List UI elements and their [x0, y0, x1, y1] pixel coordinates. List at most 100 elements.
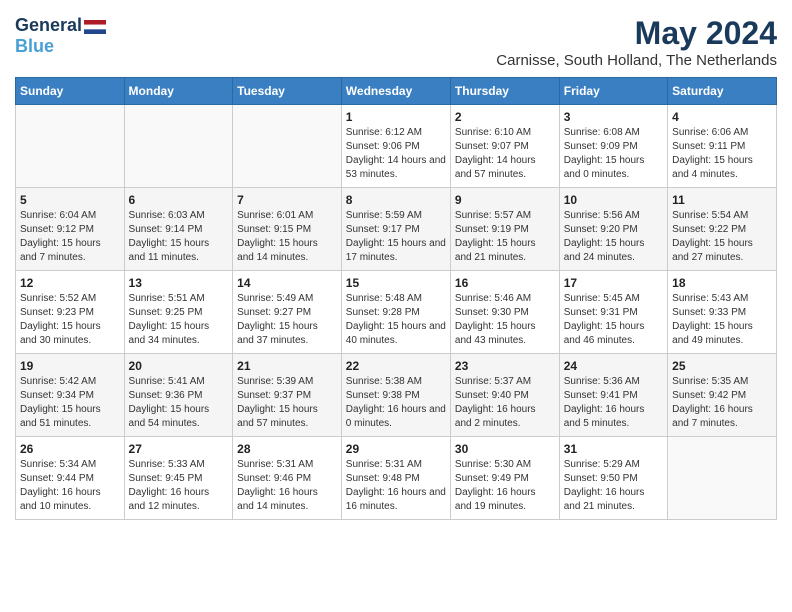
day-number: 19: [20, 359, 120, 373]
table-row: 4Sunrise: 6:06 AM Sunset: 9:11 PM Daylig…: [668, 105, 777, 188]
day-number: 1: [346, 110, 446, 124]
day-info: Sunrise: 6:04 AM Sunset: 9:12 PM Dayligh…: [20, 209, 120, 265]
col-wednesday: Wednesday: [341, 78, 450, 105]
table-row: 12 Sunrise: 5:52 AM Sunset: 9:23 PM Dayli…: [16, 271, 125, 354]
day-number: 20: [129, 359, 229, 373]
day-number: 25: [672, 359, 772, 373]
table-row: 24 Sunrise: 5:36 AM Sunset: 9:41 PM Dayli…: [559, 354, 667, 437]
table-row: 7 Sunrise: 6:01 AM Sunset: 9:15 PM Daylig…: [233, 188, 342, 271]
day-info: Sunrise: 5:39 AM Sunset: 9:37 PM Dayligh…: [237, 375, 337, 431]
page-header: General Blue May 2024 Carnisse, South Ho…: [15, 15, 777, 69]
col-thursday: Thursday: [450, 78, 559, 105]
day-number: 29: [346, 442, 446, 456]
day-info: Sunrise: 5:45 AM Sunset: 9:31 PM Dayligh…: [564, 292, 663, 348]
table-row: 13 Sunrise: 5:51 AM Sunset: 9:25 PM Dayli…: [124, 271, 233, 354]
logo-general: General: [15, 15, 82, 35]
calendar-week-row: 5 Sunrise: 6:04 AM Sunset: 9:12 PM Daylig…: [16, 188, 777, 271]
day-number: 13: [129, 276, 229, 290]
day-info: Sunrise: 5:34 AM Sunset: 9:44 PM Dayligh…: [20, 458, 120, 514]
calendar-week-row: 26 Sunrise: 5:34 AM Sunset: 9:44 PM Dayli…: [16, 437, 777, 520]
main-title: May 2024: [496, 15, 777, 52]
table-row: 19Sunrise: 5:42 AM Sunset: 9:34 PM Dayli…: [16, 354, 125, 437]
table-row: 1 Sunrise: 6:12 AM Sunset: 9:06 PM Daylig…: [341, 105, 450, 188]
col-monday: Monday: [124, 78, 233, 105]
table-row: 9 Sunrise: 5:57 AM Sunset: 9:19 PM Daylig…: [450, 188, 559, 271]
table-row: 28 Sunrise: 5:31 AM Sunset: 9:46 PM Dayli…: [233, 437, 342, 520]
day-number: 18: [672, 276, 772, 290]
day-number: 17: [564, 276, 663, 290]
day-info: Sunrise: 6:01 AM Sunset: 9:15 PM Dayligh…: [237, 209, 337, 265]
day-info: Sunrise: 5:46 AM Sunset: 9:30 PM Dayligh…: [455, 292, 555, 348]
col-saturday: Saturday: [668, 78, 777, 105]
day-info: Sunrise: 6:12 AM Sunset: 9:06 PM Dayligh…: [346, 126, 446, 182]
table-row: 21 Sunrise: 5:39 AM Sunset: 9:37 PM Dayli…: [233, 354, 342, 437]
day-number: 2: [455, 110, 555, 124]
table-row: 31Sunrise: 5:29 AM Sunset: 9:50 PM Dayli…: [559, 437, 667, 520]
logo-blue: Blue: [15, 36, 54, 56]
day-number: 30: [455, 442, 555, 456]
day-number: 22: [346, 359, 446, 373]
table-row: [668, 437, 777, 520]
day-info: Sunrise: 5:59 AM Sunset: 9:17 PM Dayligh…: [346, 209, 446, 265]
day-number: 31: [564, 442, 663, 456]
table-row: 23Sunrise: 5:37 AM Sunset: 9:40 PM Dayli…: [450, 354, 559, 437]
logo: General Blue: [15, 15, 106, 57]
day-number: 27: [129, 442, 229, 456]
calendar-table: Sunday Monday Tuesday Wednesday Thursday…: [15, 77, 777, 520]
table-row: [16, 105, 125, 188]
day-info: Sunrise: 6:06 AM Sunset: 9:11 PM Dayligh…: [672, 126, 772, 182]
day-info: Sunrise: 5:31 AM Sunset: 9:48 PM Dayligh…: [346, 458, 446, 514]
day-info: Sunrise: 5:38 AM Sunset: 9:38 PM Dayligh…: [346, 375, 446, 431]
day-number: 7: [237, 193, 337, 207]
day-info: Sunrise: 5:54 AM Sunset: 9:22 PM Dayligh…: [672, 209, 772, 265]
table-row: 27Sunrise: 5:33 AM Sunset: 9:45 PM Dayli…: [124, 437, 233, 520]
col-tuesday: Tuesday: [233, 78, 342, 105]
day-info: Sunrise: 5:52 AM Sunset: 9:23 PM Dayligh…: [20, 292, 120, 348]
col-sunday: Sunday: [16, 78, 125, 105]
day-number: 14: [237, 276, 337, 290]
day-number: 28: [237, 442, 337, 456]
day-info: Sunrise: 5:37 AM Sunset: 9:40 PM Dayligh…: [455, 375, 555, 431]
calendar-header-row: Sunday Monday Tuesday Wednesday Thursday…: [16, 78, 777, 105]
table-row: 20 Sunrise: 5:41 AM Sunset: 9:36 PM Dayli…: [124, 354, 233, 437]
subtitle: Carnisse, South Holland, The Netherlands: [496, 52, 777, 69]
day-info: Sunrise: 5:41 AM Sunset: 9:36 PM Dayligh…: [129, 375, 229, 431]
day-info: Sunrise: 5:36 AM Sunset: 9:41 PM Dayligh…: [564, 375, 663, 431]
logo-flag-icon: [84, 20, 106, 34]
day-info: Sunrise: 5:57 AM Sunset: 9:19 PM Dayligh…: [455, 209, 555, 265]
calendar-week-row: 1 Sunrise: 6:12 AM Sunset: 9:06 PM Daylig…: [16, 105, 777, 188]
day-number: 10: [564, 193, 663, 207]
day-number: 12: [20, 276, 120, 290]
table-row: 22 Sunrise: 5:38 AM Sunset: 9:38 PM Dayli…: [341, 354, 450, 437]
table-row: 26 Sunrise: 5:34 AM Sunset: 9:44 PM Dayli…: [16, 437, 125, 520]
day-number: 24: [564, 359, 663, 373]
day-number: 11: [672, 193, 772, 207]
day-info: Sunrise: 5:35 AM Sunset: 9:42 PM Dayligh…: [672, 375, 772, 431]
table-row: 2Sunrise: 6:10 AM Sunset: 9:07 PM Daylig…: [450, 105, 559, 188]
day-number: 6: [129, 193, 229, 207]
col-friday: Friday: [559, 78, 667, 105]
day-number: 26: [20, 442, 120, 456]
day-number: 3: [564, 110, 663, 124]
day-info: Sunrise: 5:31 AM Sunset: 9:46 PM Dayligh…: [237, 458, 337, 514]
day-number: 21: [237, 359, 337, 373]
table-row: 15Sunrise: 5:48 AM Sunset: 9:28 PM Dayli…: [341, 271, 450, 354]
day-number: 5: [20, 193, 120, 207]
table-row: 8 Sunrise: 5:59 AM Sunset: 9:17 PM Daylig…: [341, 188, 450, 271]
day-number: 9: [455, 193, 555, 207]
day-info: Sunrise: 5:51 AM Sunset: 9:25 PM Dayligh…: [129, 292, 229, 348]
table-row: [124, 105, 233, 188]
table-row: 6 Sunrise: 6:03 AM Sunset: 9:14 PM Daylig…: [124, 188, 233, 271]
title-area: May 2024 Carnisse, South Holland, The Ne…: [496, 15, 777, 69]
logo-text: General Blue: [15, 15, 106, 57]
table-row: 11 Sunrise: 5:54 AM Sunset: 9:22 PM Dayli…: [668, 188, 777, 271]
day-number: 8: [346, 193, 446, 207]
day-number: 15: [346, 276, 446, 290]
table-row: 18Sunrise: 5:43 AM Sunset: 9:33 PM Dayli…: [668, 271, 777, 354]
table-row: 10 Sunrise: 5:56 AM Sunset: 9:20 PM Dayli…: [559, 188, 667, 271]
day-info: Sunrise: 6:03 AM Sunset: 9:14 PM Dayligh…: [129, 209, 229, 265]
table-row: 3Sunrise: 6:08 AM Sunset: 9:09 PM Daylig…: [559, 105, 667, 188]
day-info: Sunrise: 5:56 AM Sunset: 9:20 PM Dayligh…: [564, 209, 663, 265]
table-row: 14Sunrise: 5:49 AM Sunset: 9:27 PM Dayli…: [233, 271, 342, 354]
calendar-week-row: 19Sunrise: 5:42 AM Sunset: 9:34 PM Dayli…: [16, 354, 777, 437]
